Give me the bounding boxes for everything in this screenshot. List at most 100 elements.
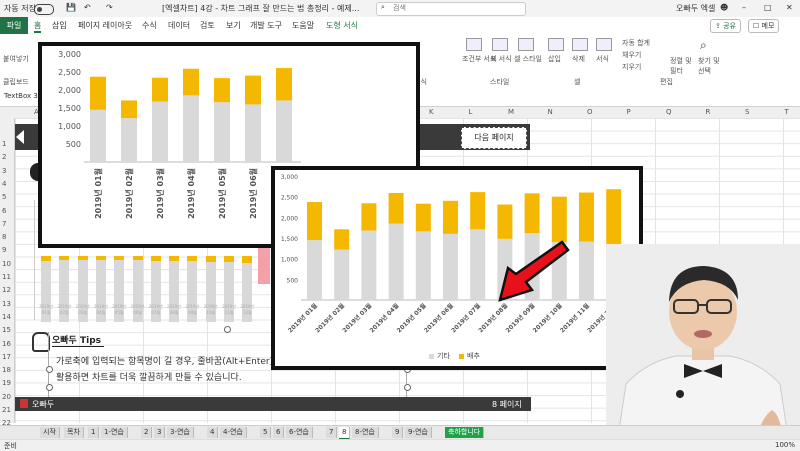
column-letter[interactable]: O xyxy=(587,108,593,116)
format-cells-icon[interactable] xyxy=(596,38,612,51)
zoom-level[interactable]: 100% xyxy=(775,441,795,449)
column-letter[interactable]: Q xyxy=(666,108,672,116)
row-number[interactable]: 13 xyxy=(2,300,11,308)
row-number[interactable]: 16 xyxy=(2,340,11,348)
find-select-button[interactable]: 찾기 및 선택 xyxy=(698,56,722,76)
cell-style-icon[interactable] xyxy=(518,38,534,51)
search-box[interactable]: ⌕ 검색 xyxy=(376,2,526,16)
row-number[interactable]: 1 xyxy=(2,140,6,148)
resize-handle[interactable] xyxy=(46,366,53,373)
row-number[interactable]: 4 xyxy=(2,180,6,188)
tab-help[interactable]: 도움말 xyxy=(292,20,314,31)
row-number[interactable]: 11 xyxy=(2,273,11,281)
conditional-format-icon[interactable] xyxy=(466,38,482,51)
clear-button[interactable]: 지우기 xyxy=(622,62,641,72)
autosave-label: 자동 저장 xyxy=(4,4,36,13)
sheet-tab[interactable]: 9 xyxy=(392,427,404,438)
row-number[interactable]: 20 xyxy=(2,393,11,401)
sheet-tab[interactable]: 8-연습 xyxy=(352,427,379,438)
search-magnifier-icon[interactable]: ⌕ xyxy=(700,38,707,53)
insert-cells-button[interactable]: 삽입 xyxy=(548,54,561,64)
column-letter[interactable]: M xyxy=(508,108,514,116)
redo-icon[interactable]: ↷ xyxy=(106,3,113,12)
row-number[interactable]: 18 xyxy=(2,366,11,374)
sheet-tab[interactable]: 1 xyxy=(88,427,100,438)
sheet-tab[interactable]: 3 xyxy=(154,427,166,438)
tip-text-line[interactable]: 가로축에 입력되는 항목명이 길 경우, 줄바꿈(Alt+Enter) 또 xyxy=(56,354,284,367)
rotate-handle[interactable] xyxy=(224,326,231,333)
tab-formulas[interactable]: 수식 xyxy=(142,20,157,31)
row-number[interactable]: 9 xyxy=(2,246,6,254)
tab-page-layout[interactable]: 페이지 레이아웃 xyxy=(78,20,132,31)
tab-data[interactable]: 데이터 xyxy=(168,20,190,31)
cell-style-button[interactable]: 셀 스타일 xyxy=(514,54,542,64)
sheet-tab[interactable]: 5 xyxy=(260,427,272,438)
sheet-tab[interactable]: 6 xyxy=(273,427,285,438)
sort-filter-button[interactable]: 정렬 및 필터 xyxy=(670,56,694,76)
sheet-tab[interactable]: 1-연습 xyxy=(101,427,128,438)
sheet-tab[interactable]: 시작 xyxy=(40,427,60,438)
tab-view[interactable]: 보기 xyxy=(226,20,241,31)
paste-label[interactable]: 붙여넣기 xyxy=(3,54,29,64)
sheet-tab[interactable]: 9-연습 xyxy=(405,427,432,438)
sheet-tab[interactable]: 2 xyxy=(141,427,153,438)
column-letter[interactable]: L xyxy=(469,108,473,116)
fill-button[interactable]: 채우기 xyxy=(622,50,641,60)
row-number[interactable]: 21 xyxy=(2,406,11,414)
delete-cells-button[interactable]: 삭제 xyxy=(572,54,585,64)
row-number[interactable]: 14 xyxy=(2,313,11,321)
avatar[interactable]: ☻ xyxy=(720,3,728,12)
sheet-tab[interactable]: 목차 xyxy=(64,427,84,438)
resize-handle[interactable] xyxy=(46,384,53,391)
row-number[interactable]: 19 xyxy=(2,379,11,387)
share-button[interactable]: ⇪ 공유 xyxy=(710,19,741,33)
sheet-tab[interactable]: 4-연습 xyxy=(220,427,247,438)
sheet-tab[interactable]: 3-연습 xyxy=(167,427,194,438)
tab-insert[interactable]: 삽입 xyxy=(52,20,67,31)
tip-text-line[interactable]: 활용하면 차트를 더욱 깔끔하게 만들 수 있습니다. xyxy=(56,370,242,383)
prev-page-arrow-icon[interactable] xyxy=(16,130,24,144)
row-number[interactable]: 5 xyxy=(2,193,6,201)
close-icon[interactable]: ✕ xyxy=(786,3,793,12)
table-format-icon[interactable] xyxy=(492,38,508,51)
row-number[interactable]: 12 xyxy=(2,286,11,294)
tab-home[interactable]: 홈 xyxy=(34,20,42,33)
autosave-toggle[interactable] xyxy=(34,4,54,15)
column-letter[interactable]: S xyxy=(745,108,749,116)
user-name[interactable]: 오빠두 엑셀 xyxy=(676,3,715,14)
undo-icon[interactable]: ↶ xyxy=(84,3,91,12)
save-icon[interactable]: 💾 xyxy=(66,3,76,12)
format-cells-button[interactable]: 서식 xyxy=(596,54,609,64)
maximize-icon[interactable]: □ xyxy=(764,3,772,12)
row-number[interactable]: 2 xyxy=(2,153,6,161)
row-number[interactable]: 7 xyxy=(2,220,6,228)
next-page-button[interactable]: 다음 페이지 xyxy=(461,127,527,149)
tab-review[interactable]: 검토 xyxy=(200,20,215,31)
row-number[interactable]: 6 xyxy=(2,207,6,215)
tab-file[interactable]: 파일 xyxy=(0,17,28,34)
row-number[interactable]: 10 xyxy=(2,260,11,268)
row-number[interactable]: 3 xyxy=(2,167,6,175)
row-number[interactable]: 8 xyxy=(2,233,6,241)
minimize-icon[interactable]: – xyxy=(742,3,746,12)
column-letter[interactable]: N xyxy=(548,108,553,116)
autosum-button[interactable]: 자동 합계 xyxy=(622,38,650,48)
column-letter[interactable]: P xyxy=(627,108,631,116)
insert-cells-icon[interactable] xyxy=(548,38,564,51)
row-number[interactable]: 15 xyxy=(2,326,11,334)
resize-handle[interactable] xyxy=(404,384,411,391)
column-letter[interactable]: K xyxy=(429,108,434,116)
row-number[interactable]: 17 xyxy=(2,353,11,361)
sheet-tab[interactable]: 6-연습 xyxy=(286,427,313,438)
tab-developer[interactable]: 개발 도구 xyxy=(250,20,282,31)
table-format-button[interactable]: 표 서식 xyxy=(490,54,512,64)
tab-shape-format[interactable]: 도형 서식 xyxy=(326,20,358,31)
delete-cells-icon[interactable] xyxy=(572,38,588,51)
column-letter[interactable]: T xyxy=(785,108,789,116)
column-letter[interactable]: R xyxy=(706,108,711,116)
sheet-tab[interactable]: 4 xyxy=(207,427,219,438)
sheet-tab[interactable]: 7 xyxy=(326,427,338,438)
memo-button[interactable]: ☐ 메모 xyxy=(748,19,780,33)
sheet-tab[interactable]: 축하합니다 xyxy=(445,427,485,438)
chart-zoom-right[interactable]: 500 1,000 1,500 2,000 2,500 3,000 2019년 01월 201… xyxy=(271,166,643,370)
